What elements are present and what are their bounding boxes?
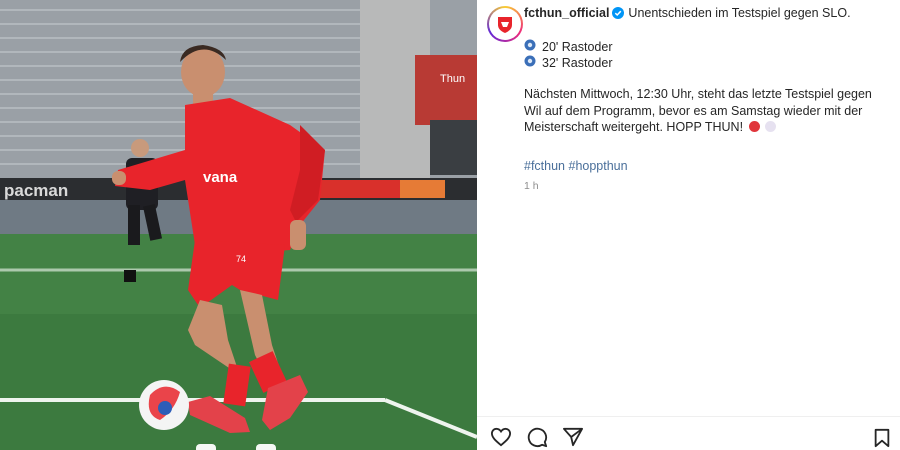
post-photo: Thun pacman vana 74 (0, 0, 477, 450)
goal-line-2: 32' Rastoder (524, 55, 894, 71)
goal-text: 32' Rastoder (542, 56, 613, 70)
goal-line-1: 20' Rastoder (524, 39, 894, 55)
comment-icon[interactable] (525, 426, 549, 448)
shirt-sponsor-text: vana (203, 169, 238, 186)
avatar[interactable] (487, 6, 523, 42)
action-bar-divider (477, 416, 900, 417)
post-header (487, 6, 523, 42)
caption-paragraph-text: Nächsten Mittwoch, 12:30 Uhr, steht das … (524, 87, 872, 134)
red-circle-icon (748, 121, 760, 132)
username-link[interactable]: fcthun_official (524, 6, 609, 20)
goal-text: 20' Rastoder (542, 40, 613, 54)
soccer-ball-icon (524, 55, 536, 71)
carousel-indicator-1[interactable] (196, 444, 216, 450)
action-bar (489, 426, 585, 448)
post-image[interactable]: Thun pacman vana 74 (0, 0, 477, 450)
white-circle-icon (765, 121, 777, 132)
caption: fcthun_official Unentschieden im Testspie… (524, 5, 894, 192)
caption-title: Unentschieden im Testspiel gegen SLO. (628, 6, 851, 20)
post-timestamp[interactable]: 1 h (524, 180, 894, 192)
caption-first-line: fcthun_official Unentschieden im Testspie… (524, 5, 894, 23)
bookmark-icon[interactable] (870, 427, 894, 449)
caption-paragraph: Nächsten Mittwoch, 12:30 Uhr, steht das … (524, 86, 874, 136)
soccer-ball-icon (524, 39, 536, 55)
shorts-number-text: 74 (236, 254, 246, 264)
share-icon[interactable] (561, 426, 585, 448)
ad-board-text: pacman (4, 181, 68, 200)
carousel-indicator-2[interactable] (256, 444, 276, 450)
stadium-sign-text: Thun (440, 73, 465, 85)
club-crest-icon (489, 8, 521, 40)
verified-badge-icon (612, 7, 625, 23)
heart-icon[interactable] (489, 426, 513, 448)
hashtag-link[interactable]: #hoppthun (569, 159, 628, 173)
post-details-panel: fcthun_official Unentschieden im Testspie… (477, 0, 900, 450)
hashtag-link[interactable]: #fcthun (524, 159, 565, 173)
soccer-ball (139, 380, 189, 430)
hashtags: #fcthun #hoppthun (524, 158, 894, 174)
